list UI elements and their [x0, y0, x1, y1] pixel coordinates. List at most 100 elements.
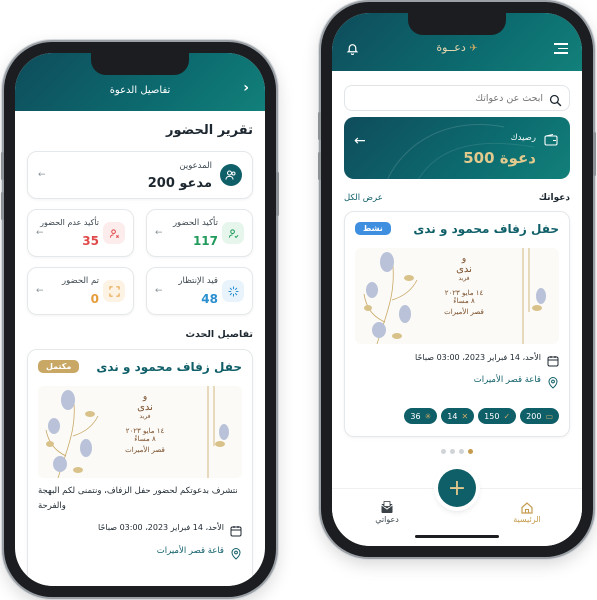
- user-x-icon: [103, 222, 125, 244]
- card-text: و: [142, 392, 148, 402]
- phone-right: دعــوة ✈ رصيدك 500 دعوة ←: [318, 2, 596, 557]
- wallet-icon: [544, 131, 558, 146]
- chip-tickets: ▭ 200: [520, 408, 559, 424]
- page-title: تفاصيل الدعوة: [109, 85, 171, 96]
- phone-left: تفاصيل الدعوة › تقرير الحضور المدعوين 20…: [1, 42, 279, 597]
- chip-pending: ✳ 36: [404, 408, 438, 424]
- card-text: فريد: [139, 412, 151, 420]
- nav-my-invites-label: دعواتي: [375, 515, 399, 524]
- stat-value: 48: [201, 292, 218, 306]
- event-name: حفل زفاف محمود و ندى: [413, 222, 559, 236]
- chip-declined: ✕ 14: [441, 408, 475, 424]
- event-date: الأحد، 14 فبراير 2023، 03:00 صباحًا: [415, 353, 541, 362]
- stat-label: تأكيد عدم الحضور: [40, 218, 99, 227]
- user-check-icon: ✓: [503, 411, 511, 421]
- event-card[interactable]: حفل زفاف محمود و ندى مكتمل و ندى فريد ١٤…: [27, 349, 253, 586]
- event-venue[interactable]: قاعة قصر الأميرات: [474, 375, 541, 385]
- stat-value: 0: [90, 292, 99, 306]
- dot[interactable]: [459, 449, 464, 454]
- ticket-icon: ▭: [545, 411, 553, 421]
- search-input[interactable]: [351, 90, 543, 106]
- status-badge: نشط: [355, 222, 391, 235]
- screen-home: دعــوة ✈ رصيدك 500 دعوة ←: [332, 13, 582, 546]
- loader-icon: [222, 280, 244, 302]
- arrow-left-icon: ←: [36, 286, 44, 296]
- notch: [91, 53, 189, 75]
- chip-confirmed: ✓ 150: [478, 408, 517, 424]
- arrow-left-icon: ←: [36, 228, 44, 238]
- calendar-icon: [230, 522, 242, 537]
- event-name: حفل زفاف محمود و ندى: [96, 360, 242, 374]
- home-icon: [502, 499, 552, 514]
- nav-home[interactable]: الرئيسية: [502, 499, 552, 524]
- chip-value: 36: [410, 411, 421, 421]
- card-text: ١٤ مايو ٢٠٢٣: [125, 426, 165, 435]
- stat-label: تأكيد الحضور: [172, 218, 218, 228]
- balance-label: رصيدك: [510, 133, 536, 143]
- card-text: و: [461, 254, 467, 264]
- view-all-link[interactable]: عرض الكل: [344, 193, 383, 203]
- search-icon: [549, 92, 562, 111]
- stat-card-attended[interactable]: تم الحضور 0 ←: [27, 267, 134, 315]
- bell-icon[interactable]: [346, 42, 359, 58]
- invitation-card[interactable]: حفل زفاف محمود و ندى نشط و ندى فريد ١٤ م…: [344, 211, 570, 437]
- report-title: تقرير الحضور: [166, 123, 253, 138]
- add-invitation-button[interactable]: +: [438, 469, 476, 507]
- stat-value: 35: [82, 234, 99, 248]
- balance-value: 500 دعوة: [463, 149, 536, 167]
- invitees-value: 200 مدعو: [147, 176, 212, 191]
- arrow-left-icon[interactable]: ←: [354, 133, 366, 149]
- stat-card-pending[interactable]: قيد الإنتظار 48 ←: [146, 267, 253, 315]
- brand-name: دعــوة: [436, 41, 466, 54]
- users-icon: [220, 164, 242, 186]
- nav-my-invites[interactable]: دعواتي: [362, 499, 412, 524]
- dot-active[interactable]: [468, 449, 473, 454]
- stat-card-confirmed[interactable]: تأكيد الحضور 117 ←: [146, 209, 253, 257]
- stat-label: تم الحضور: [61, 276, 99, 286]
- event-details-title: تفاصيل الحدث: [185, 329, 253, 340]
- arrow-left-icon: ←: [38, 170, 46, 180]
- chevron-right-icon[interactable]: ›: [243, 80, 249, 96]
- invitation-card-image: و ندى فريد ١٤ مايو ٢٠٢٣ ٨ مساءً قصر الأم…: [355, 248, 559, 344]
- arrow-left-icon: ←: [155, 286, 163, 296]
- home-indicator: [415, 535, 499, 538]
- event-venue[interactable]: قاعة قصر الأميرات: [157, 546, 224, 556]
- balance-card[interactable]: رصيدك 500 دعوة ←: [344, 117, 570, 179]
- stats-chips: ▭ 200 ✓ 150 ✕ 14 ✳ 36: [404, 408, 559, 424]
- scan-icon: [103, 280, 125, 302]
- envelope-icon: [362, 499, 412, 513]
- event-description: نتشرف بدعوتكم لحضور حفل الزفاف، ونتمنى ل…: [38, 486, 238, 511]
- loader-icon: ✳: [424, 411, 432, 421]
- card-text: قصر الأميرات: [444, 307, 484, 316]
- status-badge: مكتمل: [38, 360, 80, 373]
- notch: [408, 13, 506, 35]
- invitation-card-image: و ندى فريد ١٤ مايو ٢٠٢٣ ٨ مساءً قصر الأم…: [38, 386, 242, 478]
- user-x-icon: ✕: [461, 411, 469, 421]
- card-text: ٨ مساءً: [453, 296, 475, 305]
- arrow-left-icon: ←: [155, 228, 163, 238]
- event-date: الأحد، 14 فبراير 2023، 03:00 صباحًا: [98, 523, 224, 532]
- user-check-icon: [222, 222, 244, 244]
- card-text: ١٤ مايو ٢٠٢٣: [444, 288, 484, 297]
- nav-home-label: الرئيسية: [513, 515, 541, 524]
- dot[interactable]: [450, 449, 455, 454]
- chip-value: 200: [526, 411, 542, 421]
- chip-value: 14: [447, 411, 458, 421]
- invitees-card[interactable]: المدعوين 200 مدعو ←: [27, 151, 253, 199]
- card-text: قصر الأميرات: [125, 445, 165, 454]
- stat-card-declined[interactable]: تأكيد عدم الحضور 35 ←: [27, 209, 134, 257]
- card-text: فريد: [458, 274, 470, 282]
- chip-value: 150: [484, 411, 500, 421]
- stat-label: قيد الإنتظار: [178, 276, 218, 286]
- decorative-arcs: [387, 124, 535, 179]
- screen-invitation-details: تفاصيل الدعوة › تقرير الحضور المدعوين 20…: [15, 53, 265, 586]
- plane-logo-icon: ✈: [469, 43, 478, 54]
- invitees-label: المدعوين: [179, 161, 212, 171]
- carousel-dots: [332, 449, 582, 454]
- bottom-nav: الرئيسية + دعواتي: [332, 469, 582, 546]
- search-bar: [344, 85, 570, 111]
- stat-value: 117: [192, 234, 218, 248]
- dot[interactable]: [441, 449, 446, 454]
- location-icon: [547, 374, 559, 389]
- location-icon: [230, 545, 242, 560]
